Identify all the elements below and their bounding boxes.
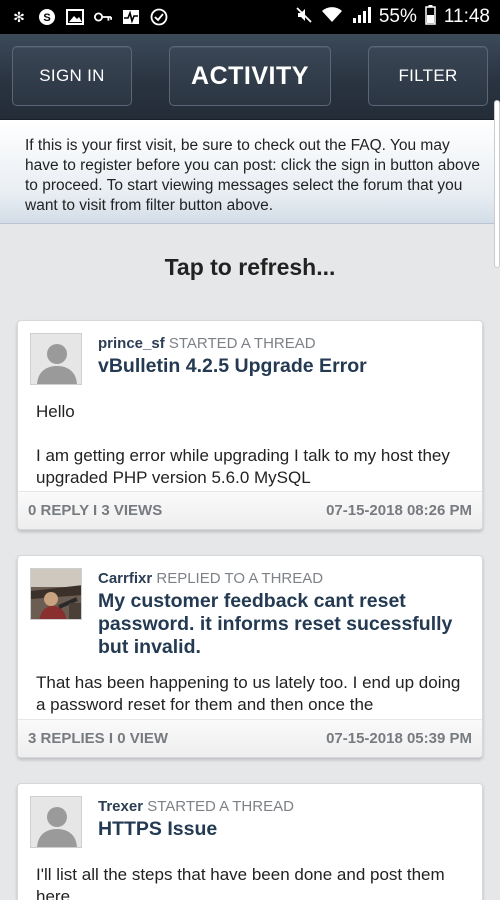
battery-percent: 55%: [378, 6, 417, 27]
user-photo-icon: [31, 569, 81, 619]
svg-text:S: S: [43, 12, 50, 24]
post-stats: 3 REPLIES I 0 VIEW: [28, 730, 169, 747]
post-byline: Trexer STARTED A THREAD: [98, 798, 472, 815]
post-author[interactable]: Carrfixr: [98, 570, 152, 587]
key-icon: [94, 8, 112, 26]
post-stats: 0 REPLY I 3 VIEWS: [28, 502, 163, 519]
post-author[interactable]: prince_sf: [98, 335, 165, 352]
skype-icon: S: [38, 8, 56, 26]
default-avatar-icon: [31, 797, 81, 847]
post-date: 07-15-2018 05:39 PM: [326, 730, 472, 747]
scrollbar[interactable]: [494, 100, 500, 268]
mute-icon: [295, 6, 313, 29]
post-excerpt-line: Hello: [36, 402, 75, 421]
wifi-icon: [321, 6, 343, 29]
sign-in-button[interactable]: SIGN IN: [12, 46, 132, 106]
image-icon: [66, 8, 84, 26]
activity-card[interactable]: Trexer STARTED A THREAD HTTPS Issue I'll…: [17, 783, 483, 900]
post-action: STARTED A THREAD: [143, 798, 294, 815]
filter-button[interactable]: FILTER: [368, 46, 488, 106]
activity-card[interactable]: Carrfixr REPLIED TO A THREAD My customer…: [17, 555, 483, 758]
post-footer: 0 REPLY I 3 VIEWS 07-15-2018 08:26 PM: [18, 491, 482, 529]
post-author[interactable]: Trexer: [98, 798, 143, 815]
post-excerpt-line: I'll list all the steps that have been d…: [36, 865, 445, 900]
post-meta: Carrfixr REPLIED TO A THREAD My customer…: [98, 570, 472, 659]
thread-title[interactable]: vBulletin 4.2.5 Upgrade Error: [98, 355, 472, 378]
post-footer: 3 REPLIES I 0 VIEW 07-15-2018 05:39 PM: [18, 719, 482, 757]
post-excerpt: That has been happening to us lately too…: [36, 672, 470, 716]
filter-label: FILTER: [398, 66, 458, 85]
status-bar: ✻ S 55% 11:48: [0, 0, 500, 34]
post-meta: Trexer STARTED A THREAD HTTPS Issue: [98, 798, 472, 841]
post-meta: prince_sf STARTED A THREAD vBulletin 4.2…: [98, 335, 472, 378]
thread-title[interactable]: HTTPS Issue: [98, 818, 472, 841]
avatar[interactable]: [30, 796, 82, 848]
avatar[interactable]: [30, 568, 82, 620]
thread-title[interactable]: My customer feedback cant reset password…: [98, 590, 472, 659]
sign-in-label: SIGN IN: [39, 66, 105, 85]
post-excerpt-line: I am getting error while upgrading I tal…: [36, 446, 450, 487]
activity-card[interactable]: prince_sf STARTED A THREAD vBulletin 4.2…: [17, 320, 483, 530]
system-status: 55% 11:48: [295, 4, 490, 30]
activity-button[interactable]: ACTIVITY: [169, 46, 331, 106]
activity-label: ACTIVITY: [191, 61, 309, 90]
avatar[interactable]: [30, 333, 82, 385]
signal-icon: [351, 6, 371, 29]
welcome-notice: If this is your first visit, be sure to …: [0, 120, 500, 224]
post-excerpt: I'll list all the steps that have been d…: [36, 864, 470, 900]
tap-to-refresh[interactable]: Tap to refresh...: [0, 254, 500, 281]
top-navigation: SIGN IN ACTIVITY FILTER: [0, 34, 500, 120]
battery-icon: [425, 4, 436, 30]
settings-icon: ✻: [13, 9, 25, 25]
post-byline: Carrfixr REPLIED TO A THREAD: [98, 570, 472, 587]
post-action: STARTED A THREAD: [164, 335, 316, 352]
post-byline: prince_sf STARTED A THREAD: [98, 335, 472, 352]
post-date: 07-15-2018 08:26 PM: [326, 502, 472, 519]
notification-icons: ✻ S: [10, 8, 168, 26]
post-action: REPLIED TO A THREAD: [152, 570, 324, 587]
clock: 11:48: [443, 6, 490, 27]
check-circle-icon: [150, 8, 168, 26]
post-excerpt-line: That has been happening to us lately too…: [36, 673, 461, 714]
activity-monitor-icon: [122, 8, 140, 26]
default-avatar-icon: [31, 334, 81, 384]
post-excerpt: Hello I am getting error while upgrading…: [36, 401, 470, 489]
